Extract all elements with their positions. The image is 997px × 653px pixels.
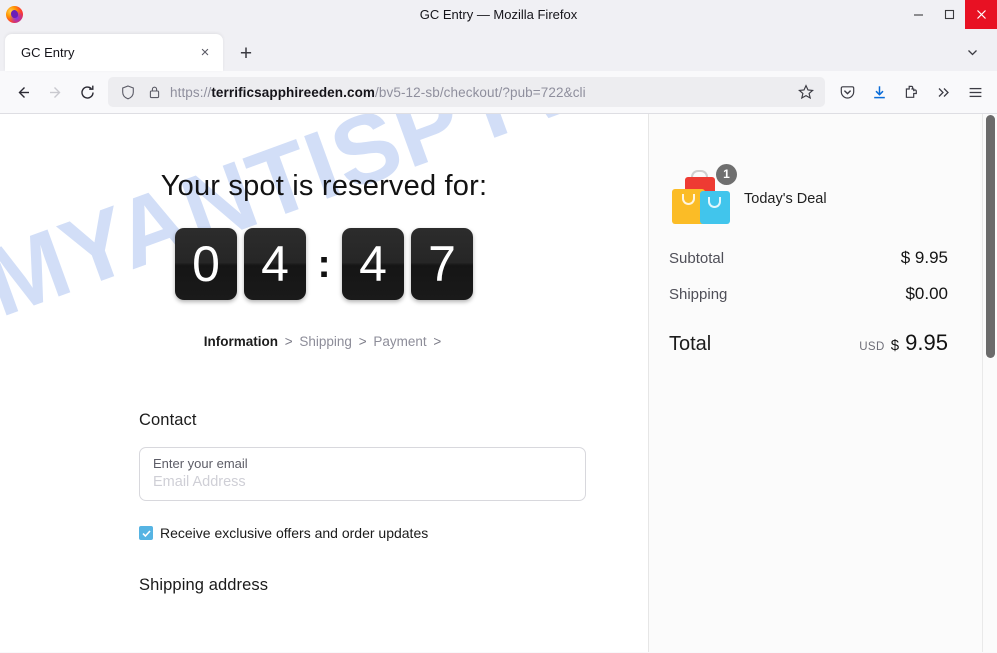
shopping-bags-icon: 1 xyxy=(669,164,737,228)
browser-window: GC Entry — Mozilla Firefox GC Entry × + xyxy=(0,0,997,653)
order-item-name: Today's Deal xyxy=(744,191,827,207)
total-value: $ 9.95 xyxy=(891,330,948,356)
back-arrow-icon[interactable] xyxy=(7,76,39,108)
lock-icon[interactable] xyxy=(144,85,164,99)
subtotal-label: Subtotal xyxy=(669,250,725,267)
maximize-button[interactable] xyxy=(934,0,965,29)
new-tab-button[interactable]: + xyxy=(231,38,261,68)
timer-digit-minutes-ones: 4 xyxy=(244,228,306,300)
scrollbar-thumb[interactable] xyxy=(986,115,995,358)
breadcrumb-separator: > xyxy=(358,334,367,349)
breadcrumb-separator: > xyxy=(433,334,442,349)
total-currency-sign: $ xyxy=(890,337,900,354)
download-icon[interactable] xyxy=(864,77,894,107)
tab-title: GC Entry xyxy=(21,45,75,60)
marketing-optin-row[interactable]: Receive exclusive offers and order updat… xyxy=(139,525,509,541)
chevron-down-icon[interactable] xyxy=(957,37,987,67)
tab-close-icon[interactable]: × xyxy=(195,43,215,63)
shipping-label: Shipping xyxy=(669,286,728,303)
email-input[interactable]: Email Address xyxy=(153,472,572,493)
forward-arrow-icon[interactable] xyxy=(39,76,71,108)
breadcrumb-step-payment[interactable]: Payment xyxy=(373,334,426,349)
url-text[interactable]: https://terrificsapphireeden.com/bv5-12-… xyxy=(170,85,793,100)
contact-section-title: Contact xyxy=(139,411,197,429)
star-icon[interactable] xyxy=(793,79,819,105)
item-quantity-badge: 1 xyxy=(716,164,737,185)
pocket-icon[interactable] xyxy=(832,77,862,107)
hamburger-menu-icon[interactable] xyxy=(960,77,990,107)
breadcrumb-separator: > xyxy=(284,334,293,349)
navigation-toolbar: https://terrificsapphireeden.com/bv5-12-… xyxy=(0,71,997,114)
checkout-main-column: Your spot is reserved for: 0 4 : 4 7 Inf… xyxy=(0,114,648,652)
toolbar-icons xyxy=(832,77,990,107)
minimize-button[interactable] xyxy=(903,0,934,29)
breadcrumb-step-information[interactable]: Information xyxy=(204,334,278,349)
checkout-breadcrumb: Information > Shipping > Payment > xyxy=(0,334,648,349)
order-item-row: 1 Today's Deal xyxy=(669,164,948,232)
url-domain: terrificsapphireeden.com xyxy=(211,84,376,100)
countdown-timer: 0 4 : 4 7 xyxy=(0,228,648,300)
order-summary-panel: 1 Today's Deal Subtotal $ 9.95 Shipping … xyxy=(648,114,982,652)
url-bar[interactable]: https://terrificsapphireeden.com/bv5-12-… xyxy=(108,77,825,107)
total-number: 9.95 xyxy=(905,330,948,355)
shield-icon[interactable] xyxy=(118,84,138,100)
extensions-puzzle-icon[interactable] xyxy=(896,77,926,107)
url-scheme: https:// xyxy=(170,84,212,100)
timer-digit-minutes-tens: 0 xyxy=(175,228,237,300)
shipping-section-title: Shipping address xyxy=(139,576,269,594)
page-title: Your spot is reserved for: xyxy=(160,170,488,202)
total-amount-group: USD $ 9.95 xyxy=(859,330,948,356)
browser-tab[interactable]: GC Entry × xyxy=(5,34,223,71)
double-chevron-icon[interactable] xyxy=(928,77,958,107)
shipping-value: $0.00 xyxy=(905,284,948,303)
total-row: Total USD $ 9.95 xyxy=(669,330,948,356)
tab-strip: GC Entry × + xyxy=(0,29,997,71)
timer-separator: : xyxy=(317,242,331,286)
window-title: GC Entry — Mozilla Firefox xyxy=(419,6,578,22)
checkout-form: Contact Enter your email Email Address R… xyxy=(0,411,648,595)
email-field[interactable]: Enter your email Email Address xyxy=(139,447,586,501)
shipping-row: Shipping $0.00 xyxy=(669,284,948,304)
breadcrumb-step-shipping[interactable]: Shipping xyxy=(299,334,352,349)
timer-digit-seconds-ones: 7 xyxy=(411,228,473,300)
subtotal-row: Subtotal $ 9.95 xyxy=(669,248,948,268)
subtotal-value: $ 9.95 xyxy=(900,248,948,267)
page-viewport: MYANTISPYWARE.COM Your spot is reserved … xyxy=(0,114,997,652)
close-window-button[interactable] xyxy=(965,0,997,29)
marketing-optin-label: Receive exclusive offers and order updat… xyxy=(160,525,429,541)
window-controls xyxy=(903,0,997,29)
page-scrollbar[interactable] xyxy=(982,114,997,652)
total-currency-code: USD xyxy=(859,341,885,353)
firefox-logo-icon xyxy=(6,5,23,23)
total-label: Total xyxy=(669,333,712,355)
window-titlebar: GC Entry — Mozilla Firefox xyxy=(0,0,997,29)
reload-icon[interactable] xyxy=(71,76,103,108)
marketing-optin-checkbox[interactable] xyxy=(139,526,153,540)
timer-digit-seconds-tens: 4 xyxy=(342,228,404,300)
email-field-label: Enter your email xyxy=(153,456,248,471)
url-path: /bv5-12-sb/checkout/?pub=722&cli xyxy=(375,84,586,100)
